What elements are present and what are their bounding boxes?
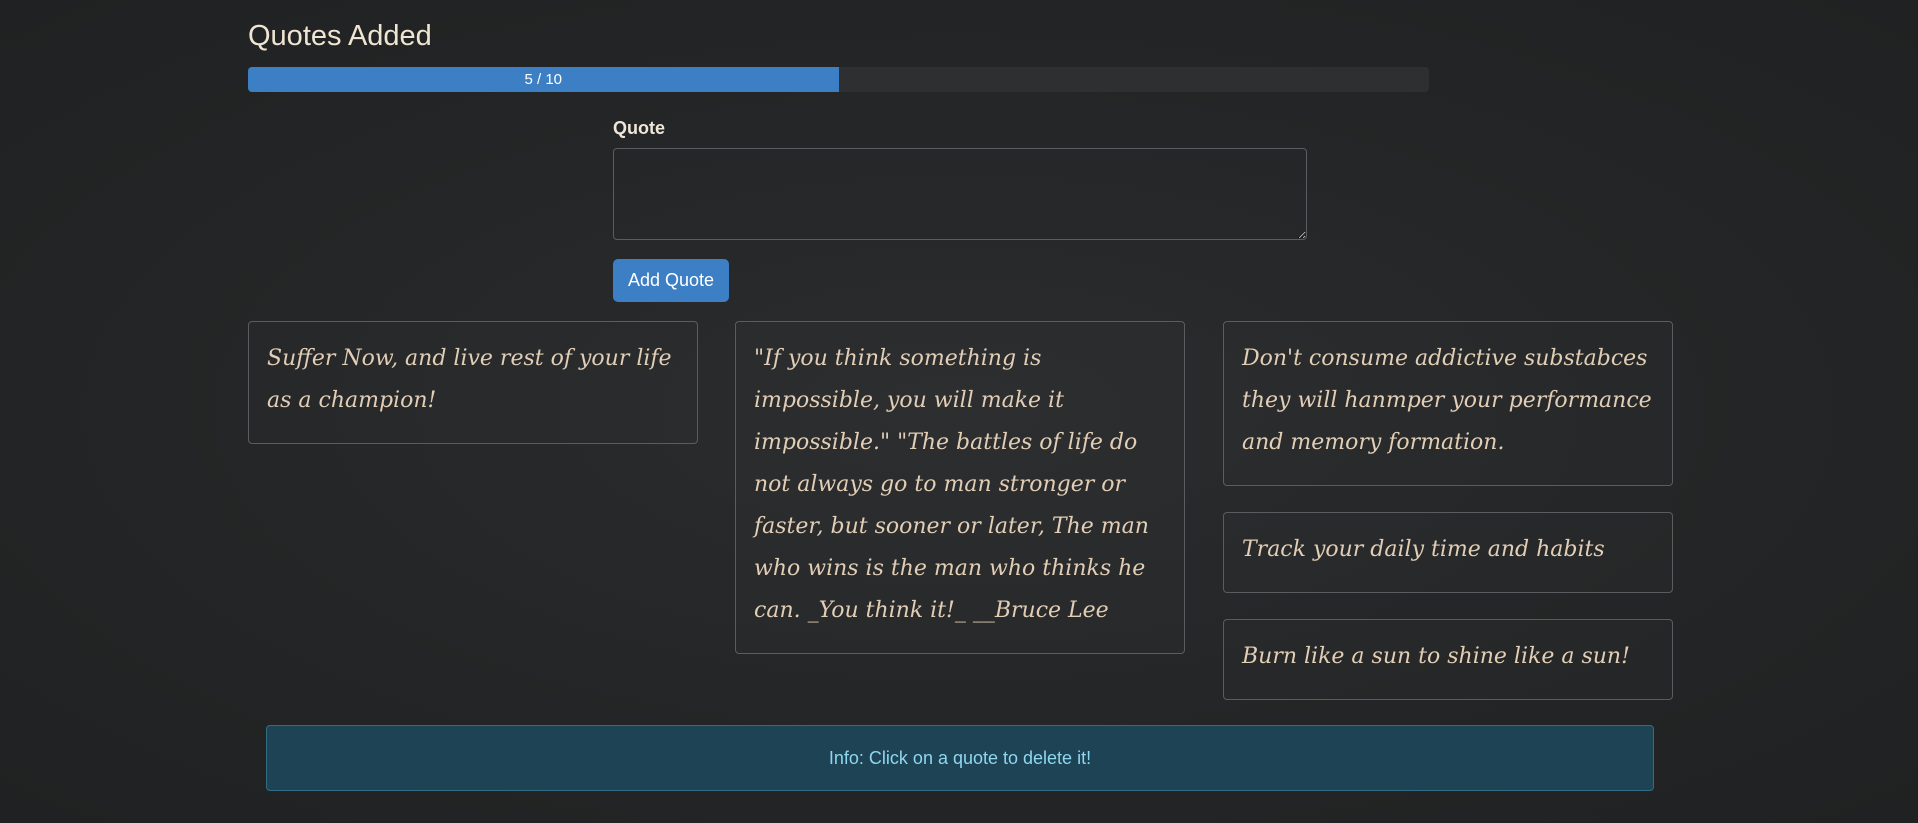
info-alert: Info: Click on a quote to delete it!	[266, 725, 1654, 791]
page-title: Quotes Added	[248, 20, 432, 52]
progress-label: 5 / 10	[524, 71, 563, 88]
quote-label: Quote	[613, 118, 665, 138]
quote-card[interactable]: Track your daily time and habits	[1223, 512, 1673, 593]
quote-card[interactable]: Suffer Now, and live rest of your life a…	[248, 321, 698, 444]
quotes-progress-bar: 5 / 10	[248, 67, 1429, 92]
quote-input[interactable]	[613, 148, 1307, 240]
progress-fill: 5 / 10	[248, 67, 839, 92]
quote-card[interactable]: Burn like a sun to shine like a sun!	[1223, 619, 1673, 700]
quote-card[interactable]: "If you think something is impossible, y…	[735, 321, 1185, 654]
quote-card[interactable]: Don't consume addictive substabces they …	[1223, 321, 1673, 486]
info-alert-text: Info: Click on a quote to delete it!	[828, 747, 1092, 768]
add-quote-button[interactable]: Add Quote	[613, 259, 729, 302]
